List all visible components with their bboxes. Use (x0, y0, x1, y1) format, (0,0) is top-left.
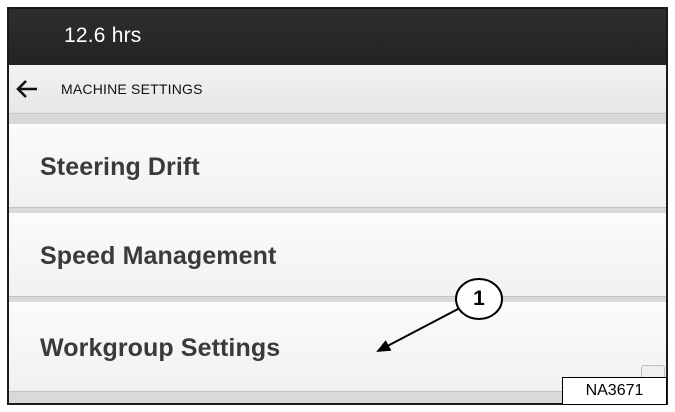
screen-frame: 12.6 hrs MACHINE SETTINGS Steering Drift… (7, 7, 668, 405)
menu-item-label: Workgroup Settings (40, 334, 281, 362)
callout-number: 1 (473, 287, 485, 310)
engine-hours: 12.6 hrs (64, 24, 142, 47)
header-bar: MACHINE SETTINGS (9, 65, 666, 114)
menu-item-speed-management[interactable]: Speed Management (9, 213, 666, 297)
status-bar: 12.6 hrs (9, 9, 666, 65)
settings-list: Steering Drift Speed Management Workgrou… (9, 114, 666, 403)
menu-item-label: Steering Drift (40, 153, 200, 181)
page-title: MACHINE SETTINGS (61, 81, 203, 97)
menu-item-label: Speed Management (40, 242, 277, 270)
left-arrow-icon[interactable] (15, 79, 39, 99)
menu-item-steering-drift[interactable]: Steering Drift (9, 124, 666, 208)
figure-id-label: NA3671 (562, 377, 667, 405)
